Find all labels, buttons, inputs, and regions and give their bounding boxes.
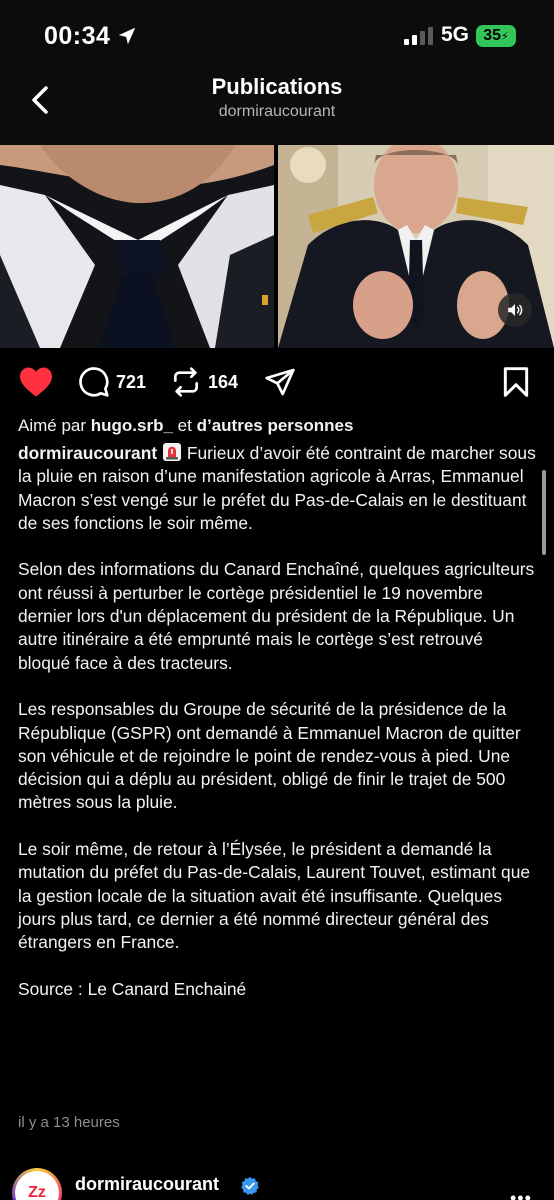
heart-icon (20, 367, 52, 397)
more-icon[interactable]: ••• (510, 1188, 532, 1200)
scrollbar[interactable] (542, 470, 546, 555)
post-timestamp: il y a 13 heures (18, 1114, 120, 1131)
header: Publications dormiraucourant (0, 70, 554, 145)
likes-others[interactable]: d’autres personnes (197, 416, 354, 435)
network-type: 5G (441, 23, 470, 46)
sound-toggle-button[interactable] (498, 293, 532, 327)
next-post-header: Zz dormiraucourant ••• (0, 1162, 554, 1200)
likes-middle: et (177, 416, 192, 435)
caption-paragraph-4: Le soir même, de retour à l’Élysée, le p… (18, 839, 531, 953)
save-button[interactable] (502, 362, 530, 402)
share-button[interactable] (264, 362, 296, 402)
sound-icon (508, 304, 523, 316)
comment-count: 721 (116, 371, 147, 392)
comment-button[interactable]: 721 (78, 362, 146, 402)
battery-indicator: 35 ⚡ (476, 25, 516, 47)
siren-emoji-icon (163, 443, 181, 461)
signal-icon (404, 27, 433, 45)
status-time: 00:34 (44, 22, 111, 50)
page-subtitle[interactable]: dormiraucourant (0, 103, 554, 121)
location-arrow-icon (118, 27, 136, 45)
next-post-author[interactable]: dormiraucourant (75, 1174, 219, 1195)
like-button[interactable] (18, 362, 54, 402)
likes-prefix: Aimé par (18, 416, 87, 435)
repost-count: 164 (208, 371, 239, 392)
caption-paragraph-2: Selon des informations du Canard Enchaîn… (18, 559, 535, 673)
repost-icon (174, 367, 198, 397)
caption-paragraph-1: dormiraucourant Furieux d’avoir été cont… (18, 442, 538, 535)
post-media[interactable] (0, 145, 554, 348)
verified-icon (241, 1176, 259, 1195)
battery-level: 35 (483, 27, 502, 44)
avatar-text: Zz (15, 1171, 59, 1200)
status-bar: 00:34 5G 35 ⚡ (0, 0, 554, 70)
caption-author[interactable]: dormiraucourant (18, 443, 157, 463)
caption-source: Source : Le Canard Enchainé (18, 978, 247, 999)
caption-paragraph-3: Les responsables du Groupe de sécurité d… (18, 699, 521, 813)
post-actions: 721 164 (0, 362, 554, 402)
share-icon (265, 368, 295, 396)
comment-icon (79, 367, 109, 397)
likes-summary[interactable]: Aimé par hugo.srb_ et d’autres personnes (18, 416, 353, 436)
post-caption: dormiraucourant Furieux d’avoir été cont… (18, 442, 538, 1001)
repost-button[interactable]: 164 (170, 362, 238, 402)
media-image-left (0, 145, 274, 348)
avatar[interactable]: Zz (12, 1168, 62, 1200)
likes-user[interactable]: hugo.srb_ (91, 416, 173, 435)
page-title: Publications (211, 74, 343, 99)
bookmark-icon (503, 367, 529, 397)
